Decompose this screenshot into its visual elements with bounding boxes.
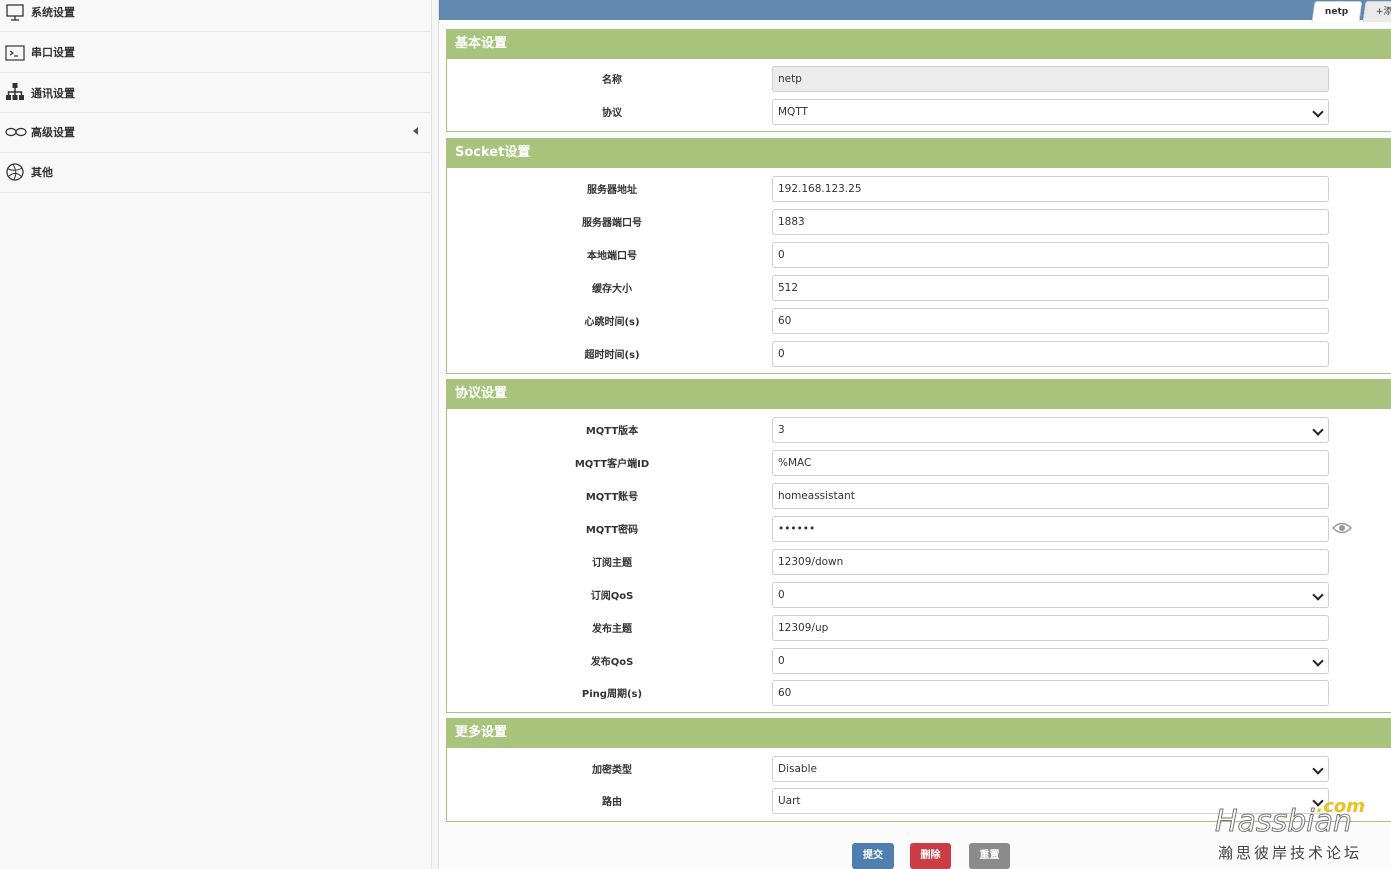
- top-bar: [439, 0, 1391, 20]
- field-label: 订阅主题: [592, 558, 632, 569]
- submit-button[interactable]: 提交: [852, 843, 894, 869]
- sub-topic-input[interactable]: 12309/down: [772, 549, 1329, 575]
- field-label: Ping周期(s): [581, 689, 643, 700]
- form-row-mqtt-version: MQTT版本 3: [447, 417, 1391, 443]
- form-row-ping: Ping周期(s) 60: [447, 680, 1391, 706]
- section-title: 更多设置: [447, 719, 1391, 748]
- field-label: MQTT账号: [585, 492, 639, 503]
- protocol-select[interactable]: MQTT: [772, 99, 1329, 125]
- form-row-name: 名称 netp: [447, 66, 1391, 92]
- section-title: 协议设置: [447, 380, 1391, 409]
- form-row-heartbeat: 心跳时间(s) 60: [447, 308, 1391, 334]
- encrypt-type-select[interactable]: Disable: [772, 756, 1329, 782]
- server-addr-input[interactable]: 192.168.123.25: [772, 176, 1329, 202]
- eye-icon[interactable]: [1332, 521, 1352, 535]
- name-field[interactable]: netp: [772, 66, 1329, 92]
- sidebar-item-comm[interactable]: 通讯设置: [0, 73, 432, 113]
- field-label: 名称: [602, 75, 622, 86]
- globe-icon: [6, 163, 24, 181]
- sidebar-item-advanced[interactable]: 高级设置: [0, 113, 432, 153]
- watermark-subtitle: 瀚思彼岸技术论坛: [1218, 844, 1363, 862]
- reset-button[interactable]: 重置: [969, 843, 1010, 869]
- form-row-password: MQTT密码 ••••••: [447, 516, 1391, 542]
- watermark: .com Hassbian 瀚思彼岸技术论坛: [1210, 796, 1385, 862]
- mqtt-account-input[interactable]: homeassistant: [772, 483, 1329, 509]
- tab-netp[interactable]: netp: [1311, 1, 1363, 22]
- tab-add[interactable]: +添: [1362, 1, 1391, 22]
- sidebar-item-other[interactable]: 其他: [0, 153, 432, 193]
- tab-label: +添: [1375, 7, 1391, 17]
- mqtt-version-select[interactable]: 3: [772, 417, 1329, 443]
- form-row-pub-topic: 发布主题 12309/up: [447, 615, 1391, 641]
- field-label: MQTT客户端ID: [574, 459, 650, 470]
- form-row-account: MQTT账号 homeassistant: [447, 483, 1391, 509]
- pub-topic-input[interactable]: 12309/up: [772, 615, 1329, 641]
- sidebar: 系统设置 串口设置 通讯设置 高级设置 其他: [0, 0, 432, 869]
- tab-label: netp: [1325, 7, 1349, 17]
- form-row-server-port: 服务器端口号 1883: [447, 209, 1391, 235]
- infinity-icon: [5, 127, 27, 137]
- buffer-size-input[interactable]: 512: [772, 275, 1329, 301]
- field-label: 协议: [602, 108, 622, 119]
- watermark-brand: Hassbian: [1215, 804, 1353, 840]
- section-title: Socket设置: [447, 139, 1391, 168]
- sidebar-item-label: 系统设置: [31, 6, 75, 19]
- pub-qos-select[interactable]: 0: [772, 648, 1329, 674]
- form-row-sub-topic: 订阅主题 12309/down: [447, 549, 1391, 575]
- mqtt-password-input[interactable]: ••••••: [772, 516, 1329, 542]
- server-port-input[interactable]: 1883: [772, 209, 1329, 235]
- field-label: MQTT版本: [585, 426, 639, 437]
- sidebar-item-label: 高级设置: [31, 126, 75, 139]
- local-port-input[interactable]: 0: [772, 242, 1329, 268]
- form-row-buffer: 缓存大小 512: [447, 275, 1391, 301]
- section-title: 基本设置: [447, 30, 1391, 59]
- field-label: 服务器地址: [587, 185, 637, 196]
- form-row-timeout: 超时时间(s) 0: [447, 341, 1391, 367]
- delete-button[interactable]: 删除: [910, 843, 951, 869]
- sidebar-item-label: 其他: [31, 166, 53, 179]
- form-row-sub-qos: 订阅QoS 0: [447, 582, 1391, 608]
- form-row-client-id: MQTT客户端ID %MAC: [447, 450, 1391, 476]
- form-row-protocol: 协议 MQTT: [447, 99, 1391, 125]
- field-label: MQTT密码: [585, 525, 639, 536]
- main-panel: netp +添 基本设置 名称 netp 协议 MQTT Socket设置 服务…: [438, 0, 1391, 869]
- sidebar-item-label: 串口设置: [31, 46, 75, 59]
- field-label: 缓存大小: [592, 284, 632, 295]
- section-socket: Socket设置 服务器地址 192.168.123.25 服务器端口号 188…: [446, 138, 1391, 374]
- sidebar-item-serial[interactable]: 串口设置: [0, 33, 432, 73]
- ping-period-input[interactable]: 60: [772, 680, 1329, 706]
- form-row-local-port: 本地端口号 0: [447, 242, 1391, 268]
- field-label: 发布主题: [592, 624, 632, 635]
- field-label: 订阅QoS: [590, 591, 634, 602]
- caret-left-icon: [413, 127, 418, 135]
- section-protocol: 协议设置 MQTT版本 3 MQTT客户端ID %MAC MQTT账号 home…: [446, 379, 1391, 713]
- field-label: 超时时间(s): [584, 350, 640, 361]
- network-icon: [6, 83, 24, 100]
- field-label: 本地端口号: [587, 251, 637, 262]
- sub-qos-select[interactable]: 0: [772, 582, 1329, 608]
- terminal-icon: [5, 45, 25, 61]
- field-label: 服务器端口号: [582, 218, 642, 229]
- field-label: 心跳时间(s): [584, 317, 640, 328]
- section-basic: 基本设置 名称 netp 协议 MQTT: [446, 29, 1391, 132]
- sidebar-item-label: 通讯设置: [31, 87, 75, 100]
- field-label: 发布QoS: [590, 657, 634, 668]
- field-label: 路由: [602, 797, 622, 808]
- monitor-icon: [6, 4, 24, 21]
- field-label: 加密类型: [592, 765, 632, 776]
- form-row-encrypt: 加密类型 Disable: [447, 756, 1391, 782]
- client-id-input[interactable]: %MAC: [772, 450, 1329, 476]
- form-row-server-addr: 服务器地址 192.168.123.25: [447, 176, 1391, 202]
- sidebar-item-system[interactable]: 系统设置: [0, 0, 432, 32]
- heartbeat-input[interactable]: 60: [772, 308, 1329, 334]
- form-row-pub-qos: 发布QoS 0: [447, 648, 1391, 674]
- timeout-input[interactable]: 0: [772, 341, 1329, 367]
